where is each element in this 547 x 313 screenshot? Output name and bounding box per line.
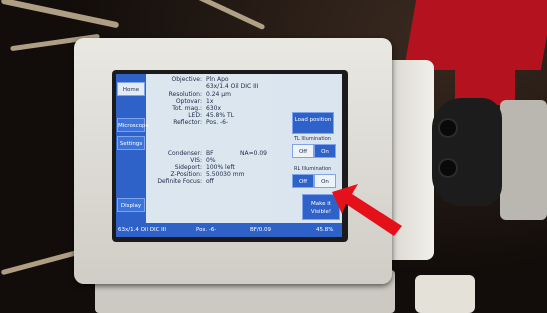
optovar-value: 1x <box>206 98 214 105</box>
objective-label: Objective: <box>171 76 202 83</box>
optovar-label: Optovar: <box>175 98 202 105</box>
objective-row: Objective: Pln Apo <box>148 76 272 83</box>
background-cable <box>0 249 80 276</box>
tl-on-button[interactable]: On <box>314 144 336 158</box>
sideport-value: 100% left <box>206 164 235 171</box>
na-value: NA=0.09 <box>240 150 267 157</box>
objective-detail-row: 63x/1.4 Oil DIC III <box>148 83 272 90</box>
tl-illumination-label: TL Illumination <box>294 136 331 142</box>
sidebar-item-settings[interactable]: Settings <box>117 136 145 150</box>
status-bf: BF/0.09 <box>250 227 272 233</box>
background-cable <box>0 0 120 29</box>
status-position: Pos. -6- <box>196 227 217 233</box>
definite-focus-label: Definite Focus: <box>157 178 202 185</box>
tot-mag-value: 630x <box>206 105 222 112</box>
reflector-row: Reflector: Pos. -6- <box>148 119 272 126</box>
tl-off-button[interactable]: Off <box>292 144 314 158</box>
tot-mag-label: Tot. mag.: <box>172 105 202 112</box>
z-position-row: Z-Position: 5.50030 mm <box>148 171 272 178</box>
led-label: LED: <box>188 112 202 119</box>
photo-scene: Home Microscope Settings Display Objecti… <box>0 0 547 313</box>
load-position-button[interactable]: Load position <box>292 112 334 134</box>
arrow-shape <box>332 184 402 236</box>
condenser-row: Condenser: BF NA=0.09 <box>148 150 272 157</box>
knob-socket <box>438 118 458 138</box>
led-row: LED: 45.8% TL <box>148 112 272 119</box>
z-position-value: 5.50030 mm <box>206 171 245 178</box>
microscope-info-panel: Objective: Pln Apo 63x/1.4 Oil DIC III R… <box>148 76 272 222</box>
sidebar-item-microscope[interactable]: Microscope <box>117 118 149 132</box>
optovar-row: Optovar: 1x <box>148 98 272 105</box>
condenser-label: Condenser: <box>167 150 202 157</box>
sidebar-item-home[interactable]: Home <box>117 82 145 96</box>
rl-off-button[interactable]: Off <box>292 174 314 188</box>
objective-value: Pln Apo <box>206 76 229 83</box>
connector <box>415 275 475 313</box>
status-objective: 63x/1.4 Oil DIC III <box>118 227 167 233</box>
knob-socket <box>438 158 458 178</box>
vis-row: VIS: 0% <box>148 157 272 164</box>
definite-focus-value: off <box>206 178 214 185</box>
tot-mag-row: Tot. mag.: 630x <box>148 105 272 112</box>
sidebar: Home Microscope Settings Display <box>116 74 149 223</box>
z-position-label: Z-Position: <box>170 171 202 178</box>
rl-illumination-label: RL Illumination <box>294 166 332 172</box>
reflector-label: Reflector: <box>173 119 202 126</box>
red-arrow-annotation <box>332 184 402 236</box>
resolution-label: Resolution: <box>168 91 202 98</box>
objective-detail: 63x/1.4 Oil DIC III <box>206 83 259 90</box>
resolution-value: 0.24 µm <box>206 91 231 98</box>
sidebar-item-display[interactable]: Display <box>117 198 145 212</box>
vis-value: 0% <box>206 157 216 164</box>
led-value: 45.8% TL <box>206 112 234 119</box>
resolution-row: Resolution: 0.24 µm <box>148 91 272 98</box>
microscope-body <box>500 100 547 220</box>
sideport-row: Sideport: 100% left <box>148 164 272 171</box>
status-bar: 63x/1.4 Oil DIC III Pos. -6- BF/0.09 45.… <box>116 223 342 237</box>
control-knob[interactable] <box>432 98 502 206</box>
sideport-label: Sideport: <box>174 164 202 171</box>
condenser-value: BF <box>206 150 214 157</box>
touchscreen-display: Home Microscope Settings Display Objecti… <box>116 74 342 237</box>
vis-label: VIS: <box>190 157 202 164</box>
background-cable <box>154 0 266 31</box>
reflector-value: Pos. -6- <box>206 119 229 126</box>
definite-focus-row: Definite Focus: off <box>148 178 272 185</box>
